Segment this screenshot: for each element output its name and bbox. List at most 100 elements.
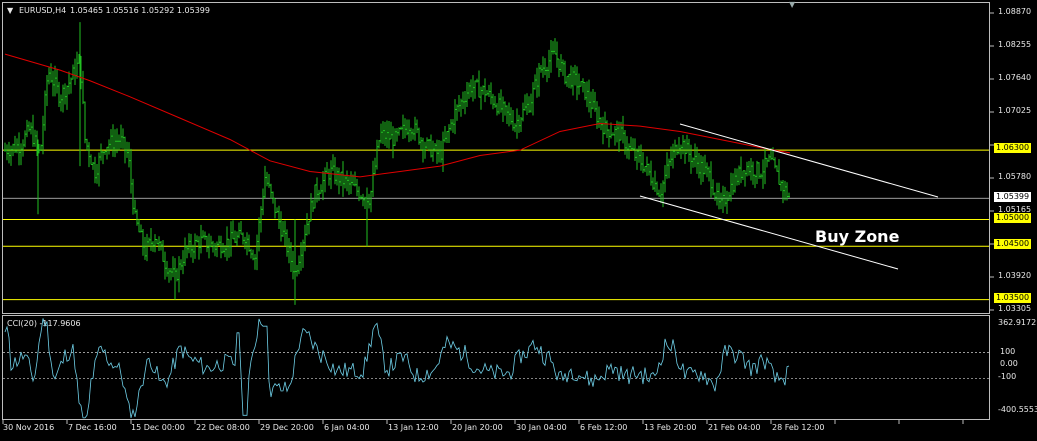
trading-chart[interactable]: ▼ EURUSD,H4 1.05465 1.05516 1.05292 1.05… (0, 0, 1037, 441)
price-bar (308, 220, 310, 235)
price-bar (780, 180, 782, 192)
price-bar (526, 93, 528, 115)
price-bar (336, 167, 338, 186)
price-bar (70, 77, 72, 94)
time-axis-label: 6 Jan 04:00 (324, 423, 370, 432)
price-bar (476, 78, 478, 83)
price-axis-label: 1.03305 (998, 304, 1032, 313)
price-bar (138, 218, 140, 233)
price-bar (740, 156, 742, 184)
moving-average-line (4, 53, 791, 178)
price-bar (144, 237, 146, 260)
price-axis-label: 1.03920 (998, 271, 1032, 280)
price-bar (564, 60, 566, 85)
price-bar (390, 121, 392, 140)
price-bar (660, 183, 662, 204)
price-bar (772, 147, 774, 161)
price-bar (566, 75, 568, 87)
price-bar (340, 171, 342, 187)
price-bar (548, 49, 550, 78)
price-bar (106, 146, 108, 160)
price-bar (724, 186, 726, 207)
price-bar (56, 69, 58, 94)
price-bar (696, 146, 698, 174)
level-badge-1.06300[interactable]: 1.06300 (994, 143, 1032, 153)
price-bar (650, 160, 652, 186)
price-bar (616, 120, 618, 143)
price-bar (350, 171, 352, 195)
price-bar (752, 161, 754, 185)
price-bar (532, 82, 534, 116)
price-bar (256, 234, 258, 271)
price-bar (172, 256, 174, 278)
price-bar (210, 235, 212, 248)
level-badge-1.04500[interactable]: 1.04500 (994, 239, 1032, 249)
price-bar (198, 236, 200, 260)
price-bar (376, 139, 378, 170)
price-bar (224, 245, 226, 258)
price-bar (664, 165, 666, 193)
price-bar (484, 78, 486, 103)
price-bar (556, 41, 558, 68)
price-bar (458, 94, 460, 112)
price-bar (156, 239, 158, 245)
price-bar (398, 127, 400, 136)
price-bar (254, 254, 256, 270)
price-bar (708, 166, 710, 182)
price-bar (716, 182, 718, 206)
price-bar (16, 138, 18, 154)
time-axis-label: 28 Feb 12:00 (772, 423, 825, 432)
price-bar (90, 154, 92, 166)
price-bar (162, 239, 164, 262)
price-bar (706, 162, 708, 178)
price-bar (478, 70, 480, 98)
price-bar (296, 264, 298, 277)
price-bar (542, 56, 544, 78)
price-bar (782, 179, 784, 204)
level-badge-1.03500[interactable]: 1.03500 (994, 293, 1032, 303)
price-bar (466, 82, 468, 108)
price-bar (560, 54, 562, 72)
price-bar (368, 193, 370, 209)
price-bar (658, 189, 660, 197)
price-bar (182, 250, 184, 275)
price-bar (32, 114, 34, 147)
price-bar (700, 155, 702, 185)
price-bar (410, 127, 412, 142)
price-bar (736, 168, 738, 186)
price-bar (726, 190, 728, 215)
price-bar (206, 235, 208, 253)
price-bar (100, 143, 102, 161)
price-bar (178, 256, 180, 293)
price-bar (412, 128, 414, 140)
price-bar (52, 70, 54, 97)
channel-lower-trendline (639, 195, 899, 270)
price-bar (76, 51, 78, 79)
price-bar (396, 128, 398, 142)
time-axis-label: 7 Dec 16:00 (68, 423, 117, 432)
price-bar (572, 67, 574, 96)
price-bar (136, 209, 138, 226)
price-bar (552, 41, 554, 55)
price-bar (150, 227, 152, 251)
price-bar (418, 127, 420, 145)
price-bar (504, 101, 506, 116)
price-bar (468, 82, 470, 99)
price-bar (520, 116, 522, 133)
time-axis-label: 13 Jan 12:00 (388, 423, 439, 432)
price-bar (774, 157, 776, 169)
price-bar (48, 67, 50, 85)
price-bar (348, 176, 350, 195)
price-bar (356, 178, 358, 197)
price-bar (98, 152, 100, 187)
price-bar (594, 91, 596, 112)
price-bar (644, 165, 646, 173)
price-bar (414, 116, 416, 141)
price-bar (588, 79, 590, 113)
price-bar (292, 250, 294, 280)
price-bar (492, 93, 494, 110)
price-bar (576, 66, 578, 101)
level-badge-1.05000[interactable]: 1.05000 (994, 213, 1032, 223)
price-bar (472, 75, 474, 102)
price-bar (302, 239, 304, 268)
